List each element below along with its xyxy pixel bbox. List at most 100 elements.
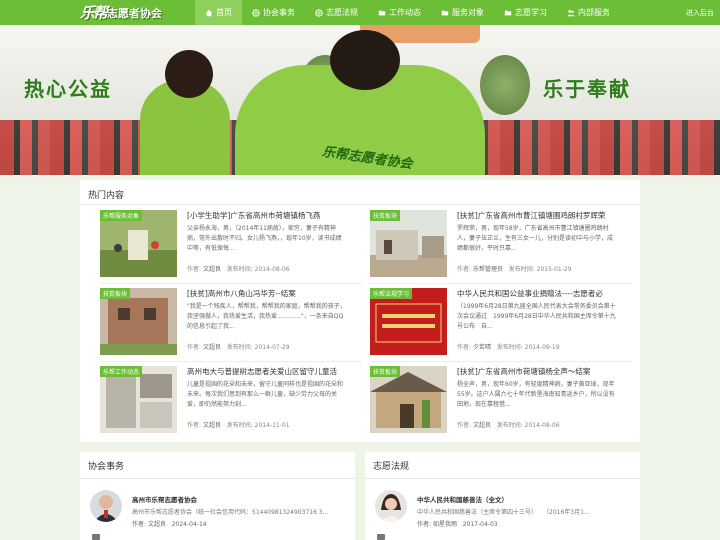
avatar[interactable] [90, 490, 122, 522]
laws-item-meta: 作者: 如星我雨 2017-04-03 [417, 519, 498, 528]
hot-item[interactable]: 扶贫板块 [扶贫]高州市八角山冯华芳--结案 "我是一个残疾人，帮帮我，帮帮我的… [100, 288, 365, 362]
date: 2017-04-03 [462, 521, 498, 528]
hot-item-tag: 乐帮服务对象 [100, 210, 143, 221]
hot-item-desc: 儿童是祖国的花朵和未来，留守儿童同样也是祖国的花朵和未来。每次我们思到有那么一群… [187, 381, 344, 408]
menu-item-home[interactable]: 首页 [195, 0, 242, 25]
globe-icon [252, 8, 260, 17]
date-label: 发布时间: [508, 266, 535, 273]
hot-item-meta: 作者: 夕若晴 发布时间: 2014-09-19 [457, 342, 635, 351]
folder-icon [504, 10, 512, 15]
hot-item-tag: 乐帮法规学习 [370, 288, 413, 299]
author-label: 作者: [457, 344, 472, 351]
menu-item-news[interactable]: 工作动态 [368, 0, 431, 25]
hot-item-thumbnail[interactable]: 扶贫板块 [370, 210, 447, 277]
logo-big-text: 乐帮 [80, 4, 108, 22]
divider [370, 283, 632, 284]
author-label: 作者: [187, 422, 202, 429]
next-item-icon [377, 534, 385, 540]
author-label: 作者: [457, 266, 472, 273]
laws-title[interactable]: 志愿法规 [373, 459, 409, 472]
author: 文超良 [202, 344, 221, 351]
date-label: 发布时间: [496, 344, 523, 351]
hot-item-title[interactable]: [小学生助学]广东省高州市荷塘镇杨飞燕 [187, 210, 365, 221]
divider [80, 204, 640, 205]
hot-item-thumbnail[interactable]: 乐帮服务对象 [100, 210, 177, 277]
hot-item-title[interactable]: [扶贫]广东省高州市曹江镇塘圃鸡朗村罗辉荣 [457, 210, 635, 221]
divider [80, 478, 355, 479]
hot-item-desc: 父亲杨永海，男，（2014年11病故），家穷，妻子有精神病，常外出散时不归。女儿… [187, 225, 342, 252]
hot-item[interactable]: 扶贫板块 [扶贫]广东省高州市荷塘镇杨全声～结案 杨全声，男，现年60岁，有轻度… [370, 366, 632, 438]
folder-icon [378, 10, 386, 15]
author-label: 作者: [132, 521, 147, 528]
next-item-icon [92, 534, 100, 540]
hot-item-meta: 作者: 文超良 发布时间: 2014-07-29 [187, 342, 365, 351]
hot-item-thumbnail[interactable]: 乐帮工作动态 [100, 366, 177, 433]
hot-item[interactable]: 扶贫板块 [扶贫]广东省高州市曹江镇塘圃鸡朗村罗辉荣 罗辉荣，男，现年58岁，广… [370, 210, 635, 284]
globe-icon [315, 8, 323, 17]
menu-item-targets[interactable]: 服务对象 [431, 0, 494, 25]
slogan-left: 热心公益 [24, 77, 112, 101]
date: 2015-01-29 [536, 266, 572, 273]
banner-volunteer-head [165, 50, 213, 98]
hot-item[interactable]: 乐帮服务对象 [小学生助学]广东省高州市荷塘镇杨飞燕 父亲杨永海，男，（2014… [100, 210, 365, 284]
hot-item-thumbnail[interactable]: 扶贫板块 [370, 366, 447, 433]
hot-item-meta: 作者: 文超良 发布时间: 2014-11-01 [187, 420, 365, 429]
banner-tree [480, 55, 530, 115]
author: 文超良 [147, 521, 166, 528]
date: 2024-04-14 [171, 521, 207, 528]
laws-panel: 志愿法规 中华人民共和国慈善法（全文） 中华人民共和国慈善法（主席令第四十三号）… [365, 452, 640, 540]
hot-item-desc: "我是一个残疾人，帮帮我，帮帮我的家庭，帮帮我的孩子，我坚强做人，我热爱生活，我… [187, 303, 346, 330]
hot-item-thumbnail[interactable]: 乐帮法规学习 [370, 288, 447, 355]
menu-label: 工作动态 [389, 8, 421, 17]
hot-item-thumbnail[interactable]: 扶贫板块 [100, 288, 177, 355]
site-logo[interactable]: 乐帮 志愿者协会 [80, 0, 162, 25]
affairs-panel: 协会事务 高州市乐帮志愿者协会 高州市乐帮志愿者协会（统一社会信用代码：5144… [80, 452, 355, 540]
login-link[interactable]: 进入后台 [686, 0, 714, 25]
folder-icon [441, 10, 449, 15]
avatar[interactable] [375, 490, 407, 522]
home-icon [205, 9, 213, 16]
hot-item-desc: （1999年6月28日第九届全国人民代表大会常务委员会第十次会议通过 1999年… [457, 303, 616, 330]
hot-item-title[interactable]: [扶贫]广东省高州市荷塘镇杨全声～结案 [457, 366, 635, 377]
laws-item-desc: 中华人民共和国慈善法（主席令第四十三号） （2016年3月1... [417, 509, 590, 516]
date: 2014-11-01 [254, 422, 290, 429]
menu-item-laws[interactable]: 志愿法规 [305, 0, 368, 25]
menu-item-internal[interactable]: 内部服务 [557, 0, 620, 25]
hot-item-tag: 乐帮工作动态 [100, 366, 143, 377]
divider [100, 283, 362, 284]
menu-item-study[interactable]: 志愿学习 [494, 0, 557, 25]
hot-content-panel: 热门内容 乐帮服务对象 [小学生助学]广东省高州市荷塘镇杨飞燕 父亲杨永海，男，… [80, 180, 640, 442]
top-nav: 乐帮 志愿者协会 首页 协会事务 志愿法规 工作动态 服务对象 志愿学习 内部服… [0, 0, 720, 25]
hot-item[interactable]: 乐帮工作动态 高州电大与普提树志愿者关爱山区留守儿童活 儿童是祖国的花朵和未来，… [100, 366, 362, 438]
menu-label: 志愿法规 [326, 8, 358, 17]
hot-item-tag: 扶贫板块 [370, 366, 401, 377]
hot-item[interactable]: 乐帮法规学习 中华人民共和国公益事业捐赠法----志愿者必 （1999年6月28… [370, 288, 635, 362]
hot-content-title: 热门内容 [88, 191, 125, 201]
date: 2014-07-29 [254, 344, 290, 351]
date: 2014-09-19 [524, 344, 560, 351]
main-menu: 首页 协会事务 志愿法规 工作动态 服务对象 志愿学习 内部服务 [195, 0, 620, 25]
banner-volunteer-head [330, 30, 400, 90]
date-label: 发布时间: [226, 344, 253, 351]
hot-item-title[interactable]: [扶贫]高州市八角山冯华芳--结案 [187, 288, 365, 299]
affairs-item-title[interactable]: 高州市乐帮志愿者协会 [132, 494, 197, 504]
author: 文超良 [202, 266, 221, 273]
hot-item-title[interactable]: 中华人民共和国公益事业捐赠法----志愿者必 [457, 288, 635, 299]
menu-label: 首页 [216, 8, 232, 17]
hero-banner: 乐帮志愿者协会 热心公益 乐于奉献 [0, 25, 720, 175]
divider [100, 361, 362, 362]
affairs-title[interactable]: 协会事务 [88, 459, 124, 472]
divider [370, 361, 632, 362]
affairs-item-meta: 作者: 文超良 2024-04-14 [132, 519, 207, 528]
hot-item-tag: 扶贫板块 [100, 288, 131, 299]
hot-item-desc: 杨全声，男，现年60岁，有轻度精神病，妻子黄亚球，现年55岁。这户人属六七十年代… [457, 381, 615, 408]
avatar-image [375, 490, 407, 522]
hot-item-desc: 罗辉荣，男，现年58岁，广东省高州市曹江镇塘圃鸡朗村人，妻子伍正兰，生有三女一儿… [457, 225, 614, 252]
date: 2014-08-06 [524, 422, 560, 429]
affairs-item-desc: 高州市乐帮志愿者协会（统一社会信用代码：51440981324903716 3.… [132, 509, 329, 516]
menu-item-affairs[interactable]: 协会事务 [242, 0, 305, 25]
date: 2014-08-06 [254, 266, 290, 273]
hot-item-title[interactable]: 高州电大与普提树志愿者关爱山区留守儿童活 [187, 366, 365, 377]
laws-item-title[interactable]: 中华人民共和国慈善法（全文） [417, 494, 508, 504]
author: 文超良 [472, 422, 491, 429]
